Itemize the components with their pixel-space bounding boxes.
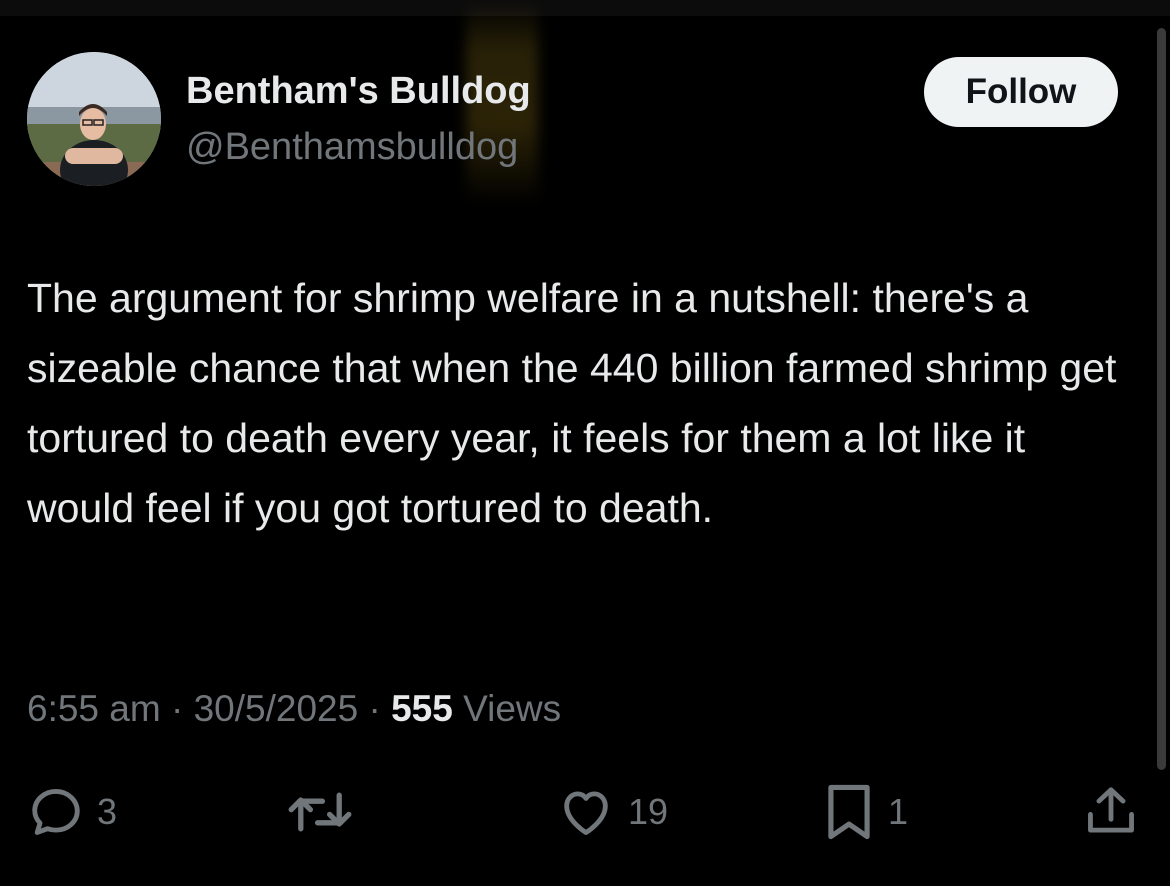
repost-button[interactable] (284, 780, 356, 844)
meta-separator: · (368, 688, 381, 729)
tweet-meta: 6:55 am · 30/5/2025 · 555 Views (27, 688, 561, 730)
repost-icon (288, 792, 352, 832)
meta-separator: · (170, 688, 184, 729)
views-label: Views (463, 688, 562, 729)
share-icon (1088, 787, 1134, 833)
tweet-date[interactable]: 30/5/2025 (194, 688, 359, 729)
action-bar: 3 19 1 (0, 780, 1170, 850)
author-display-name[interactable]: Bentham's Bulldog (186, 70, 531, 113)
bookmark-button[interactable]: 1 (822, 780, 908, 844)
top-strip (0, 0, 1170, 16)
follow-button[interactable]: Follow (924, 57, 1118, 127)
bookmark-icon (828, 784, 870, 840)
share-button[interactable] (1082, 780, 1140, 844)
reply-count: 3 (97, 791, 118, 832)
reply-button[interactable]: 3 (27, 780, 117, 844)
tweet-time[interactable]: 6:55 am (27, 688, 161, 729)
like-count: 19 (628, 791, 669, 832)
like-button[interactable]: 19 (556, 780, 668, 844)
reply-icon (32, 789, 80, 835)
author-handle[interactable]: @Benthamsbulldog (186, 126, 518, 169)
views-count: 555 (391, 688, 453, 729)
avatar[interactable] (27, 52, 161, 186)
profile-photo-icon (27, 52, 161, 186)
scrollbar[interactable] (1157, 28, 1166, 770)
bookmark-count: 1 (888, 791, 909, 832)
tweet-text: The argument for shrimp welfare in a nut… (27, 275, 1117, 531)
heart-icon (564, 791, 608, 835)
